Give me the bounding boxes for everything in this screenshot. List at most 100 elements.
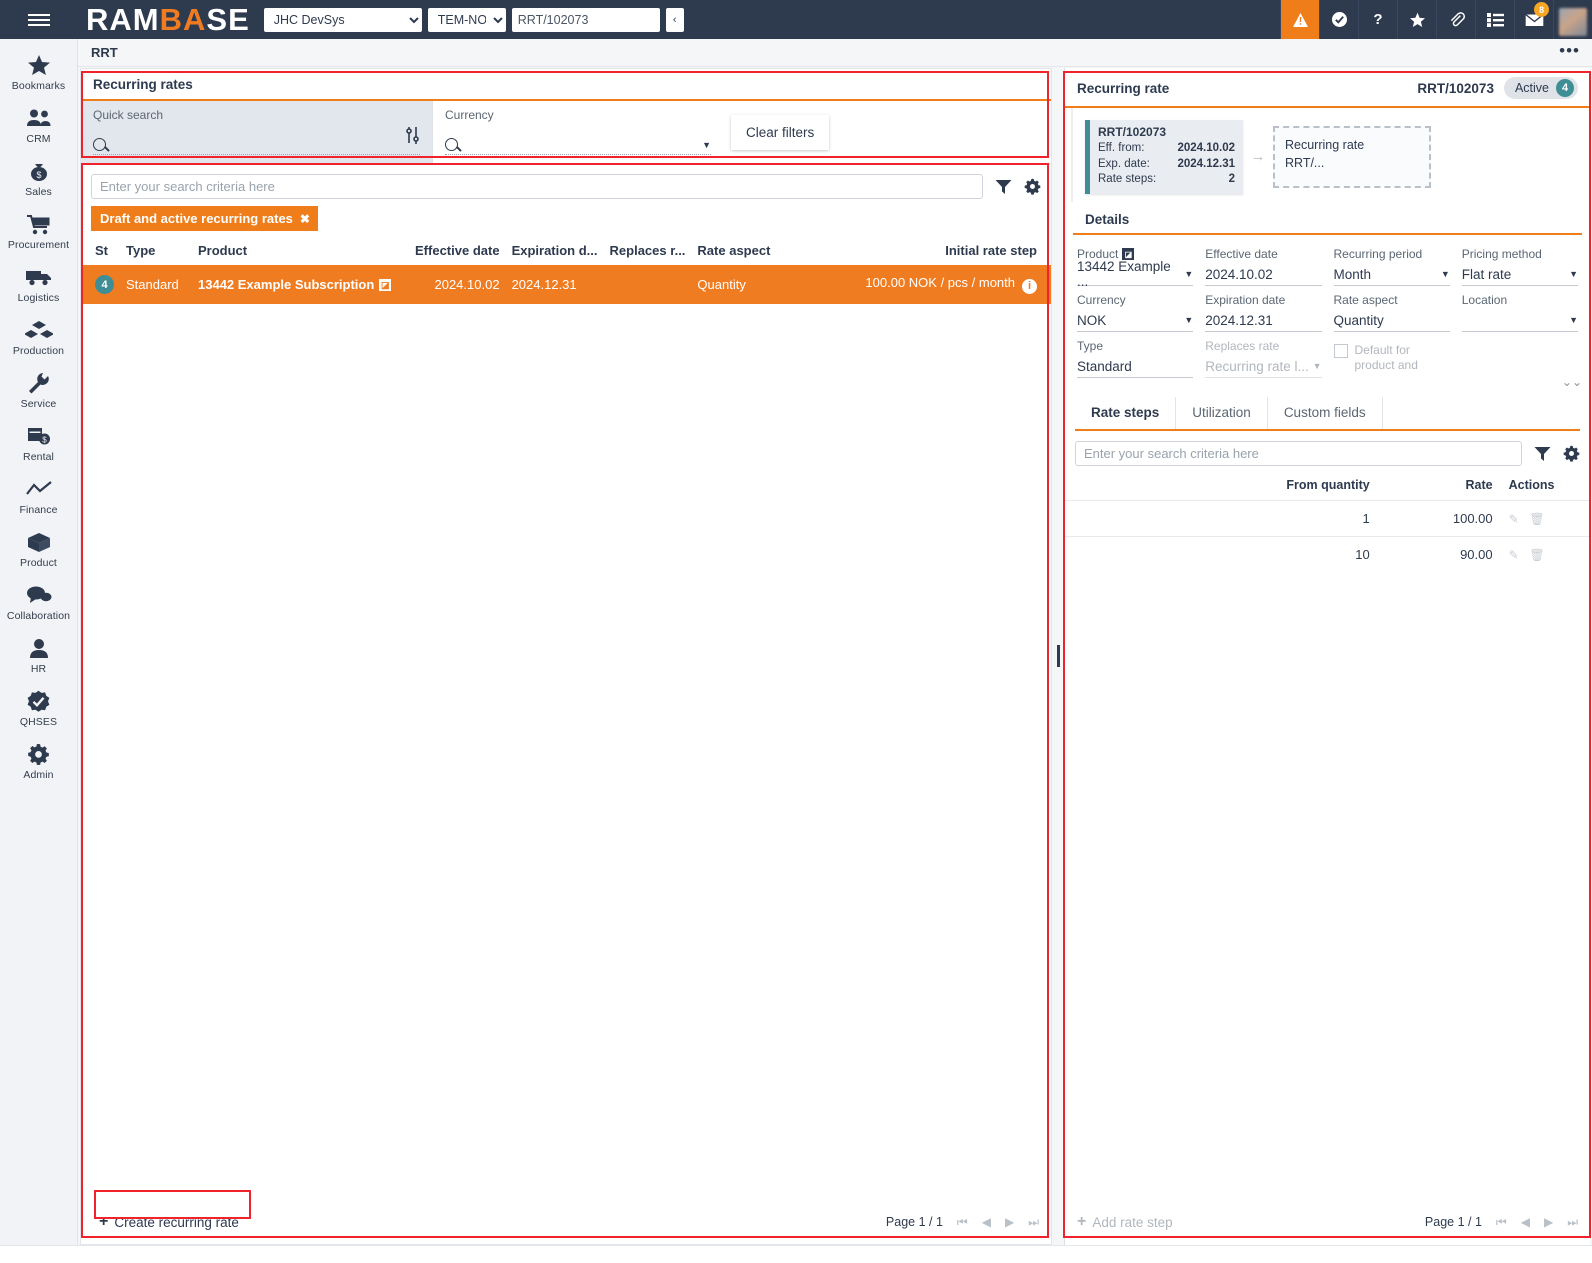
svg-text:$: $: [36, 170, 41, 180]
add-rate-step-button[interactable]: + Add rate step: [1077, 1213, 1173, 1231]
sidebar-item-product[interactable]: Product: [0, 522, 77, 575]
trash-icon[interactable]: 🗑: [1529, 548, 1544, 562]
sidebar-item-logistics[interactable]: Logistics: [0, 257, 77, 310]
col-expiration-date[interactable]: Expiration d...: [506, 239, 604, 265]
sidebar-item-collaboration[interactable]: Collaboration: [0, 575, 77, 628]
col-status[interactable]: St: [81, 239, 120, 265]
col-effective-date[interactable]: Effective date: [402, 239, 506, 265]
chevron-double-down-icon[interactable]: ⌄⌄: [1562, 375, 1582, 389]
status-badge[interactable]: Active 4: [1503, 77, 1578, 99]
col-product[interactable]: Product: [192, 239, 402, 265]
document-search-input[interactable]: [511, 7, 660, 32]
chevron-down-icon[interactable]: ▼: [1569, 269, 1578, 279]
tasklist-icon[interactable]: [1475, 0, 1514, 39]
col-from-quantity[interactable]: From quantity: [1065, 474, 1378, 501]
tab-rate-steps[interactable]: Rate steps: [1075, 396, 1177, 429]
next-page-button[interactable]: ▶: [1005, 1215, 1014, 1229]
field-replaces-rate[interactable]: Replaces rate Recurring rate l... ▼: [1205, 335, 1322, 381]
info-icon[interactable]: i: [1022, 278, 1037, 294]
sliders-icon[interactable]: [404, 127, 422, 145]
attachment-icon[interactable]: [1436, 0, 1475, 39]
prev-page-button[interactable]: ◀: [1521, 1215, 1530, 1229]
pencil-icon[interactable]: ✎: [1509, 512, 1519, 526]
col-rate[interactable]: Rate: [1378, 474, 1501, 501]
gear-icon[interactable]: [1024, 178, 1041, 195]
menu-hamburger-icon[interactable]: [0, 0, 78, 39]
approval-check-icon[interactable]: [1319, 0, 1358, 39]
next-page-button[interactable]: ▶: [1544, 1215, 1553, 1229]
sidebar-item-procurement[interactable]: Procurement: [0, 204, 77, 257]
first-page-button[interactable]: ⏮: [957, 1215, 968, 1230]
last-page-button[interactable]: ⏭: [1567, 1215, 1578, 1230]
sidebar-item-service[interactable]: Service: [0, 363, 77, 416]
gear-icon[interactable]: [1563, 445, 1580, 462]
rate-step-row[interactable]: 1 100.00 ✎ 🗑: [1065, 499, 1590, 537]
currency-filter-cell[interactable]: Currency ▼: [433, 101, 723, 163]
flow-next-placeholder[interactable]: Recurring rate RRT/...: [1273, 125, 1431, 188]
row-product[interactable]: 13442 Example Subscription ◪: [192, 265, 402, 304]
sidebar-item-hr[interactable]: HR: [0, 628, 77, 681]
sidebar-item-sales[interactable]: $ Sales: [0, 151, 77, 204]
close-icon[interactable]: ✖: [300, 212, 310, 226]
col-initial-rate-step[interactable]: Initial rate step: [859, 239, 1051, 265]
checkbox[interactable]: [1333, 343, 1348, 358]
tab-utilization[interactable]: Utilization: [1176, 396, 1268, 429]
trash-icon[interactable]: 🗑: [1529, 512, 1544, 526]
first-page-button[interactable]: ⏮: [1496, 1215, 1507, 1230]
funnel-icon[interactable]: [995, 178, 1012, 195]
open-external-icon[interactable]: ◪: [379, 279, 392, 291]
filter-chip[interactable]: Draft and active recurring rates ✖: [91, 206, 318, 231]
col-type[interactable]: Type: [120, 239, 192, 265]
chevron-down-icon[interactable]: ▼: [1569, 315, 1578, 325]
chevron-down-icon[interactable]: ▼: [1184, 315, 1193, 325]
last-page-button[interactable]: ⏭: [1028, 1215, 1039, 1230]
sidebar-item-admin[interactable]: Admin: [0, 734, 77, 787]
sidebar-item-finance[interactable]: Finance: [0, 469, 77, 522]
location-select[interactable]: TEM-NO: [427, 7, 506, 32]
quick-search-cell[interactable]: Quick search: [81, 101, 433, 163]
collapse-header-button[interactable]: ‹: [665, 7, 684, 32]
system-select[interactable]: JHC DevSys: [263, 7, 422, 32]
chevron-down-icon[interactable]: ▼: [1313, 361, 1322, 371]
field-pricing-method[interactable]: Pricing method Flat rate ▼: [1461, 243, 1578, 289]
flow-current-card[interactable]: RRT/102073 Eff. from: 2024.10.02 Exp. dat…: [1085, 120, 1243, 194]
col-rate-aspect[interactable]: Rate aspect: [691, 239, 859, 265]
help-icon[interactable]: ?: [1358, 0, 1397, 39]
sidebar-item-crm[interactable]: CRM: [0, 98, 77, 151]
sidebar-item-qhses[interactable]: QHSES: [0, 681, 77, 734]
field-location[interactable]: Location ▼: [1461, 289, 1578, 335]
sidebar-item-bookmarks[interactable]: Bookmarks: [0, 45, 77, 98]
overflow-menu-button[interactable]: •••: [1559, 41, 1580, 61]
create-recurring-rate-button[interactable]: + Create recurring rate: [93, 1208, 245, 1236]
quick-search-input[interactable]: [93, 135, 420, 155]
search-input[interactable]: [91, 174, 983, 199]
favorites-star-icon[interactable]: [1397, 0, 1436, 39]
chevron-down-icon[interactable]: ▼: [1441, 269, 1450, 279]
table-row[interactable]: 4 Standard 13442 Example Subscription ◪ 2…: [81, 265, 1051, 304]
sidebar-item-rental[interactable]: $ Rental: [0, 416, 77, 469]
field-default-for-product[interactable]: Default for product and: [1333, 335, 1450, 381]
pencil-icon[interactable]: ✎: [1509, 548, 1519, 562]
warning-icon[interactable]: [1280, 0, 1319, 39]
currency-input[interactable]: ▼: [445, 135, 711, 155]
field-product[interactable]: Product ◪ 13442 Example ... ▼: [1077, 243, 1194, 289]
messages-icon[interactable]: 8: [1514, 0, 1553, 39]
chevron-down-icon[interactable]: ▼: [1184, 269, 1193, 279]
chevron-down-icon[interactable]: ▼: [702, 140, 711, 150]
rate-steps-search-input[interactable]: [1075, 440, 1522, 466]
user-avatar[interactable]: [1553, 0, 1592, 39]
field-recurring-period[interactable]: Recurring period Month ▼: [1333, 243, 1450, 289]
sidebar-item-production[interactable]: Production: [0, 310, 77, 363]
pane-splitter[interactable]: [1057, 645, 1060, 667]
prev-page-button[interactable]: ◀: [982, 1215, 991, 1229]
field-currency[interactable]: Currency NOK ▼: [1077, 289, 1194, 335]
field-type[interactable]: Type Standard: [1077, 335, 1194, 381]
field-rate-aspect[interactable]: Rate aspect Quantity: [1333, 289, 1450, 335]
field-expiration-date[interactable]: Expiration date 2024.12.31: [1205, 289, 1322, 335]
funnel-icon[interactable]: [1534, 445, 1551, 462]
tab-custom-fields[interactable]: Custom fields: [1268, 396, 1383, 429]
col-replaces-rate[interactable]: Replaces r...: [604, 239, 692, 265]
clear-filters-button[interactable]: Clear filters: [731, 114, 830, 150]
rate-step-row[interactable]: 10 90.00 ✎ 🗑: [1065, 535, 1590, 572]
field-effective-date[interactable]: Effective date 2024.10.02: [1205, 243, 1322, 289]
